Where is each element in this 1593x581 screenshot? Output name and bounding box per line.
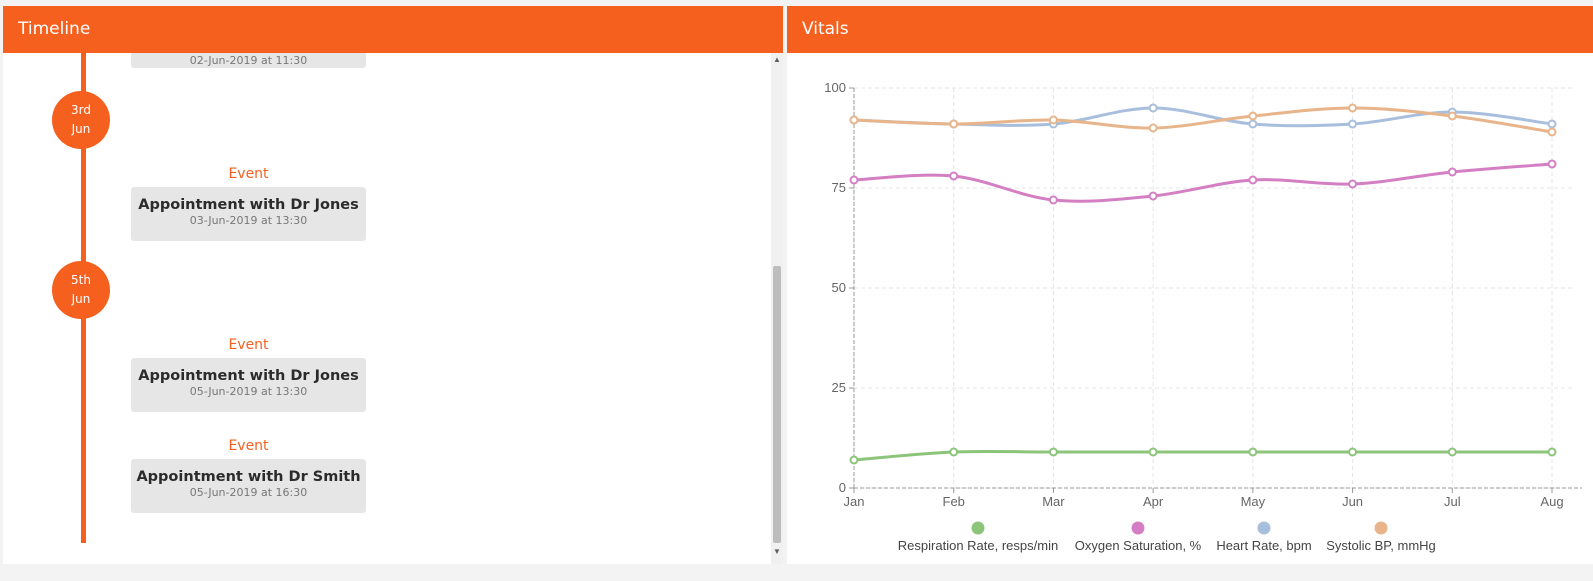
event-label: Event (228, 337, 269, 353)
event-time: 02-Jun-2019 at 11:30 (189, 54, 308, 67)
event-time: 05-Jun-2019 at 13:30 (189, 385, 308, 398)
x-tick-label: Mar (1042, 494, 1065, 509)
event-card-partial[interactable]: 02-Jun-2019 at 11:30 (131, 53, 366, 68)
timeline-panel: Timeline 02-Jun-2019 at 11:30 3rd Jun Ev… (3, 6, 783, 564)
date-marker: 3rd Jun (52, 91, 110, 149)
data-point (1148, 191, 1158, 201)
legend-label: Oxygen Saturation, % (1075, 538, 1202, 553)
event-title: Appointment with Dr Jones (138, 197, 359, 213)
date-month: Jun (71, 122, 91, 136)
vitals-panel: Vitals 0 25 50 75 100 Jan Feb Mar Apr May Jun Jul Au… (787, 6, 1593, 564)
series-line (853, 449, 1552, 462)
x-tick-label: Jun (1342, 494, 1363, 509)
legend-marker (1257, 521, 1271, 535)
data-point (1248, 175, 1258, 185)
event-time: 05-Jun-2019 at 16:30 (189, 486, 308, 499)
event-title: Appointment with Dr Jones (138, 368, 359, 384)
data-point (1248, 111, 1258, 121)
data-point (1048, 115, 1058, 125)
data-point (1148, 123, 1158, 133)
x-tick-label: Feb (943, 494, 965, 509)
event-label: Event (228, 166, 269, 182)
legend-marker (1374, 521, 1388, 535)
scroll-up-icon[interactable]: ▲ (772, 55, 782, 65)
vitals-header: Vitals (787, 6, 1593, 53)
event-card[interactable]: Appointment with Dr Jones 05-Jun-2019 at… (131, 358, 366, 412)
x-tick-label: Jul (1444, 494, 1461, 509)
data-point (1348, 119, 1358, 129)
x-tick-label: Aug (1540, 494, 1563, 509)
legend-label: Heart Rate, bpm (1216, 538, 1311, 553)
legend-label: Respiration Rate, resps/min (898, 538, 1058, 553)
data-point (1148, 103, 1158, 113)
data-point (1547, 127, 1557, 137)
data-point (1547, 159, 1557, 169)
event-card[interactable]: Appointment with Dr Jones 03-Jun-2019 at… (131, 187, 366, 241)
legend-marker (971, 521, 985, 535)
x-tick-label: May (1241, 494, 1266, 509)
timeline-body[interactable]: 02-Jun-2019 at 11:30 3rd Jun Event Appoi… (3, 53, 783, 564)
data-point (1348, 103, 1358, 113)
y-tick-label: 100 (824, 80, 846, 95)
data-point (849, 455, 859, 465)
y-tick-label: 75 (832, 180, 846, 195)
data-point (849, 115, 859, 125)
legend-label: Systolic BP, mmHg (1326, 538, 1436, 553)
timeline-scrollbar[interactable]: ▲ ▼ (771, 53, 783, 564)
data-point (1248, 447, 1258, 457)
data-point (849, 175, 859, 185)
data-point (1248, 119, 1258, 129)
date-month: Jun (71, 292, 91, 306)
data-point (1547, 447, 1557, 457)
date-marker: 5th Jun (52, 261, 110, 319)
series-line (853, 162, 1553, 203)
event-card[interactable]: Appointment with Dr Smith 05-Jun-2019 at… (131, 459, 366, 513)
date-day: 5th (71, 273, 91, 287)
data-point (1547, 119, 1557, 129)
vitals-chart: 0 25 50 75 100 Jan Feb Mar Apr May Jun Jul Aug Respir… (824, 80, 1582, 553)
y-tick-label: 50 (832, 280, 846, 295)
date-day: 3rd (71, 103, 91, 117)
y-tick-label: 0 (839, 480, 846, 495)
data-point (1447, 111, 1457, 121)
legend-marker (1131, 521, 1145, 535)
data-point (1447, 447, 1457, 457)
data-point (1348, 447, 1358, 457)
data-point (1348, 179, 1358, 189)
event-title: Appointment with Dr Smith (136, 469, 361, 485)
y-tick-label: 25 (832, 380, 846, 395)
data-point (949, 447, 959, 457)
data-point (1048, 195, 1058, 205)
timeline-header: Timeline (3, 6, 783, 53)
data-point (1048, 447, 1058, 457)
x-tick-label: Apr (1143, 494, 1164, 509)
data-point (949, 119, 959, 129)
data-point (1148, 447, 1158, 457)
x-tick-label: Jan (844, 494, 865, 509)
scroll-down-icon[interactable]: ▼ (772, 547, 782, 557)
event-time: 03-Jun-2019 at 13:30 (189, 214, 308, 227)
data-point (1447, 167, 1457, 177)
data-point (949, 171, 959, 181)
event-label: Event (228, 438, 269, 454)
scroll-thumb[interactable] (773, 266, 781, 543)
